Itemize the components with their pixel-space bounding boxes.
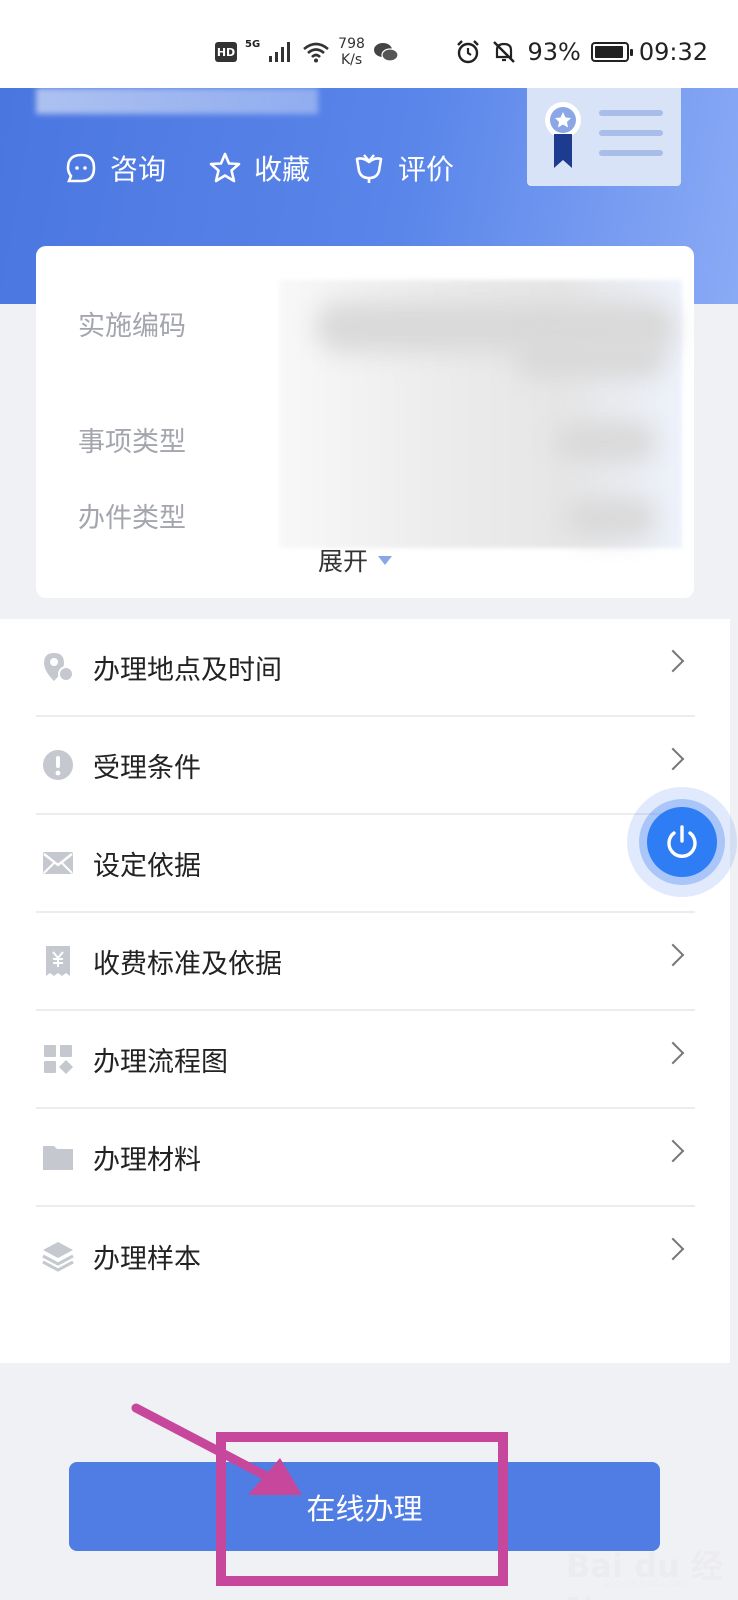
- status-bar: HD 5G 798 K/s 93% 09:32: [0, 0, 738, 90]
- info-card: 实施编码 事项类型 办件类型 展开: [36, 246, 694, 598]
- menu-label: 办理样本: [93, 1243, 201, 1275]
- battery-icon: [590, 42, 633, 62]
- envelope-icon: [41, 846, 75, 880]
- rate-button[interactable]: 评价: [352, 148, 454, 188]
- folder-icon: [41, 1140, 75, 1174]
- expand-toggle[interactable]: 展开: [318, 542, 393, 578]
- wechat-icon: [373, 43, 399, 62]
- status-right: 93% 09:32: [455, 38, 708, 66]
- menu-label: 收费标准及依据: [93, 948, 282, 980]
- caret-down-icon: [378, 555, 393, 565]
- watermark-text: Bai du 经验: [566, 1547, 723, 1600]
- menu-label: 办理材料: [93, 1144, 201, 1176]
- signal-icon: [269, 42, 291, 62]
- label-case-type: 办件类型: [78, 503, 186, 534]
- service-menu: 办理地点及时间 受理条件 设定依据 收费标准及依据 办理流程图 办理材料 办理样…: [0, 619, 730, 1363]
- battery-level: [594, 46, 623, 58]
- floating-button-core: [647, 807, 717, 877]
- blurred-value-code-2: [516, 338, 666, 378]
- blurred-value-type: [556, 422, 656, 462]
- chevron-right-icon: [661, 1237, 685, 1261]
- menu-label: 办理地点及时间: [93, 654, 282, 686]
- label-implementation-code: 实施编码: [78, 311, 186, 342]
- chat-icon: [66, 153, 96, 183]
- favorite-label: 收藏: [254, 153, 311, 186]
- receipt-yuan-icon: [41, 944, 75, 978]
- chevron-right-icon: [661, 1041, 685, 1065]
- floating-button-ring: [639, 799, 725, 885]
- blurred-title: [36, 88, 318, 114]
- watermark-sub: jingyan.baidu.com: [604, 1579, 688, 1589]
- baidu-watermark: Bai du 经验 jingyan.baidu.com: [566, 1533, 736, 1600]
- online-apply-label: 在线办理: [306, 1491, 423, 1526]
- status-left: HD 5G 798 K/s: [215, 36, 399, 68]
- consult-label: 咨询: [110, 153, 167, 186]
- hd-badge: HD: [215, 42, 237, 62]
- menu-item-samples[interactable]: 办理样本: [36, 1207, 695, 1305]
- menu-label: 办理流程图: [93, 1046, 228, 1078]
- floating-assist-button[interactable]: [627, 787, 737, 897]
- mute-bell-icon: [493, 41, 516, 63]
- battery-percent: 93%: [527, 38, 581, 66]
- header-actions: 咨询 收藏 评价: [64, 148, 454, 188]
- alarm-icon: [457, 40, 480, 64]
- expand-label: 展开: [318, 547, 369, 576]
- layers-icon: [41, 1239, 75, 1273]
- menu-item-location-time[interactable]: 办理地点及时间: [36, 619, 695, 717]
- alert-icon: [41, 748, 75, 782]
- certificate-icon: [527, 88, 681, 186]
- favorite-button[interactable]: 收藏: [208, 148, 310, 188]
- menu-item-conditions[interactable]: 受理条件: [36, 717, 695, 815]
- power-icon: [667, 825, 697, 858]
- menu-item-materials[interactable]: 办理材料: [36, 1109, 695, 1207]
- network-speed: 798 K/s: [338, 36, 365, 68]
- menu-item-flowchart[interactable]: 办理流程图: [36, 1011, 695, 1109]
- menu-item-legal-basis[interactable]: 设定依据: [36, 815, 695, 913]
- grid-icon: [41, 1042, 75, 1076]
- star-icon: [209, 152, 241, 183]
- menu-item-fees[interactable]: 收费标准及依据: [36, 913, 695, 1011]
- label-item-type: 事项类型: [78, 427, 186, 458]
- chevron-right-icon: [661, 747, 685, 771]
- flower-icon: [355, 154, 383, 183]
- chevron-right-icon: [661, 1139, 685, 1163]
- wifi-icon: [303, 42, 330, 63]
- rate-label: 评价: [398, 153, 455, 186]
- chevron-right-icon: [661, 649, 685, 673]
- clock-time: 09:32: [638, 38, 708, 66]
- blurred-value-case: [566, 498, 656, 538]
- menu-label: 设定依据: [93, 850, 201, 882]
- menu-label: 受理条件: [93, 752, 201, 784]
- location-icon: [41, 650, 75, 684]
- consult-button[interactable]: 咨询: [64, 148, 166, 188]
- chevron-right-icon: [661, 943, 685, 967]
- network-label: 5G: [245, 38, 261, 50]
